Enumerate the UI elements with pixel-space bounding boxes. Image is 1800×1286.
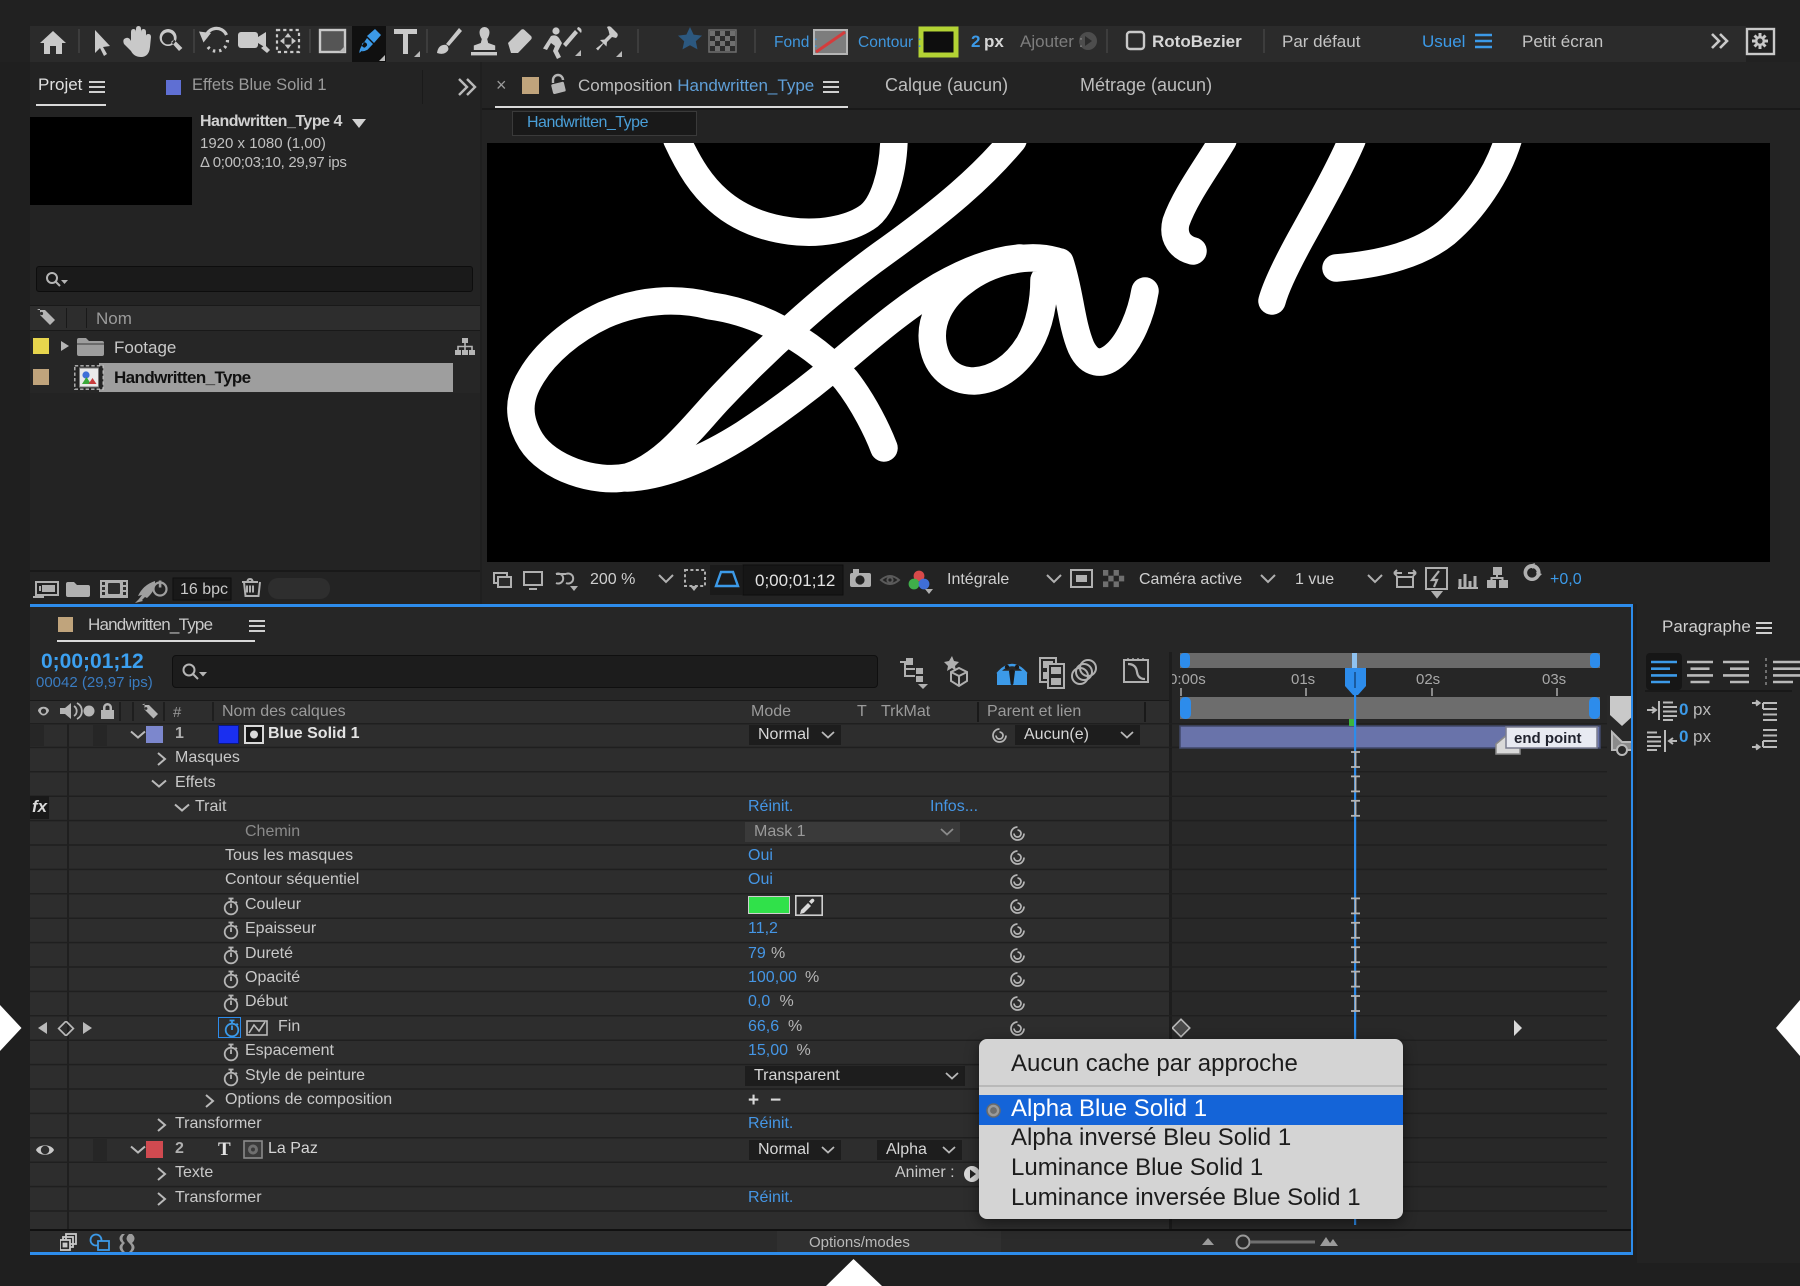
svg-text:Caméra active: Caméra active (1139, 571, 1242, 588)
svg-text:03s: 03s (1542, 671, 1566, 688)
svg-text:+0,0: +0,0 (1550, 571, 1582, 588)
svg-text:px: px (984, 32, 1004, 51)
svg-text:Par défaut: Par défaut (1282, 32, 1361, 51)
svg-text:Fond :: Fond : (774, 34, 818, 51)
svg-text:1 vue: 1 vue (1295, 571, 1334, 588)
svg-text:Petit écran: Petit écran (1522, 32, 1603, 51)
svg-text:200 %: 200 % (590, 571, 635, 588)
svg-text:2: 2 (971, 32, 980, 51)
svg-text:#: # (173, 704, 182, 721)
svg-text:Usuel: Usuel (1422, 32, 1465, 51)
svg-text:02s: 02s (1416, 671, 1440, 688)
svg-text:0;00;01;12: 0;00;01;12 (755, 571, 835, 590)
svg-text:16 bpc: 16 bpc (180, 581, 228, 598)
svg-text:Intégrale: Intégrale (947, 571, 1009, 588)
svg-text:Contour :: Contour : (858, 34, 922, 51)
svg-text:Ajouter :: Ajouter : (1020, 32, 1083, 51)
svg-text:01s: 01s (1291, 671, 1315, 688)
svg-text:0:00s: 0:00s (1172, 671, 1206, 688)
svg-text:end point: end point (1514, 730, 1582, 747)
svg-text:RotoBezier: RotoBezier (1152, 32, 1242, 51)
